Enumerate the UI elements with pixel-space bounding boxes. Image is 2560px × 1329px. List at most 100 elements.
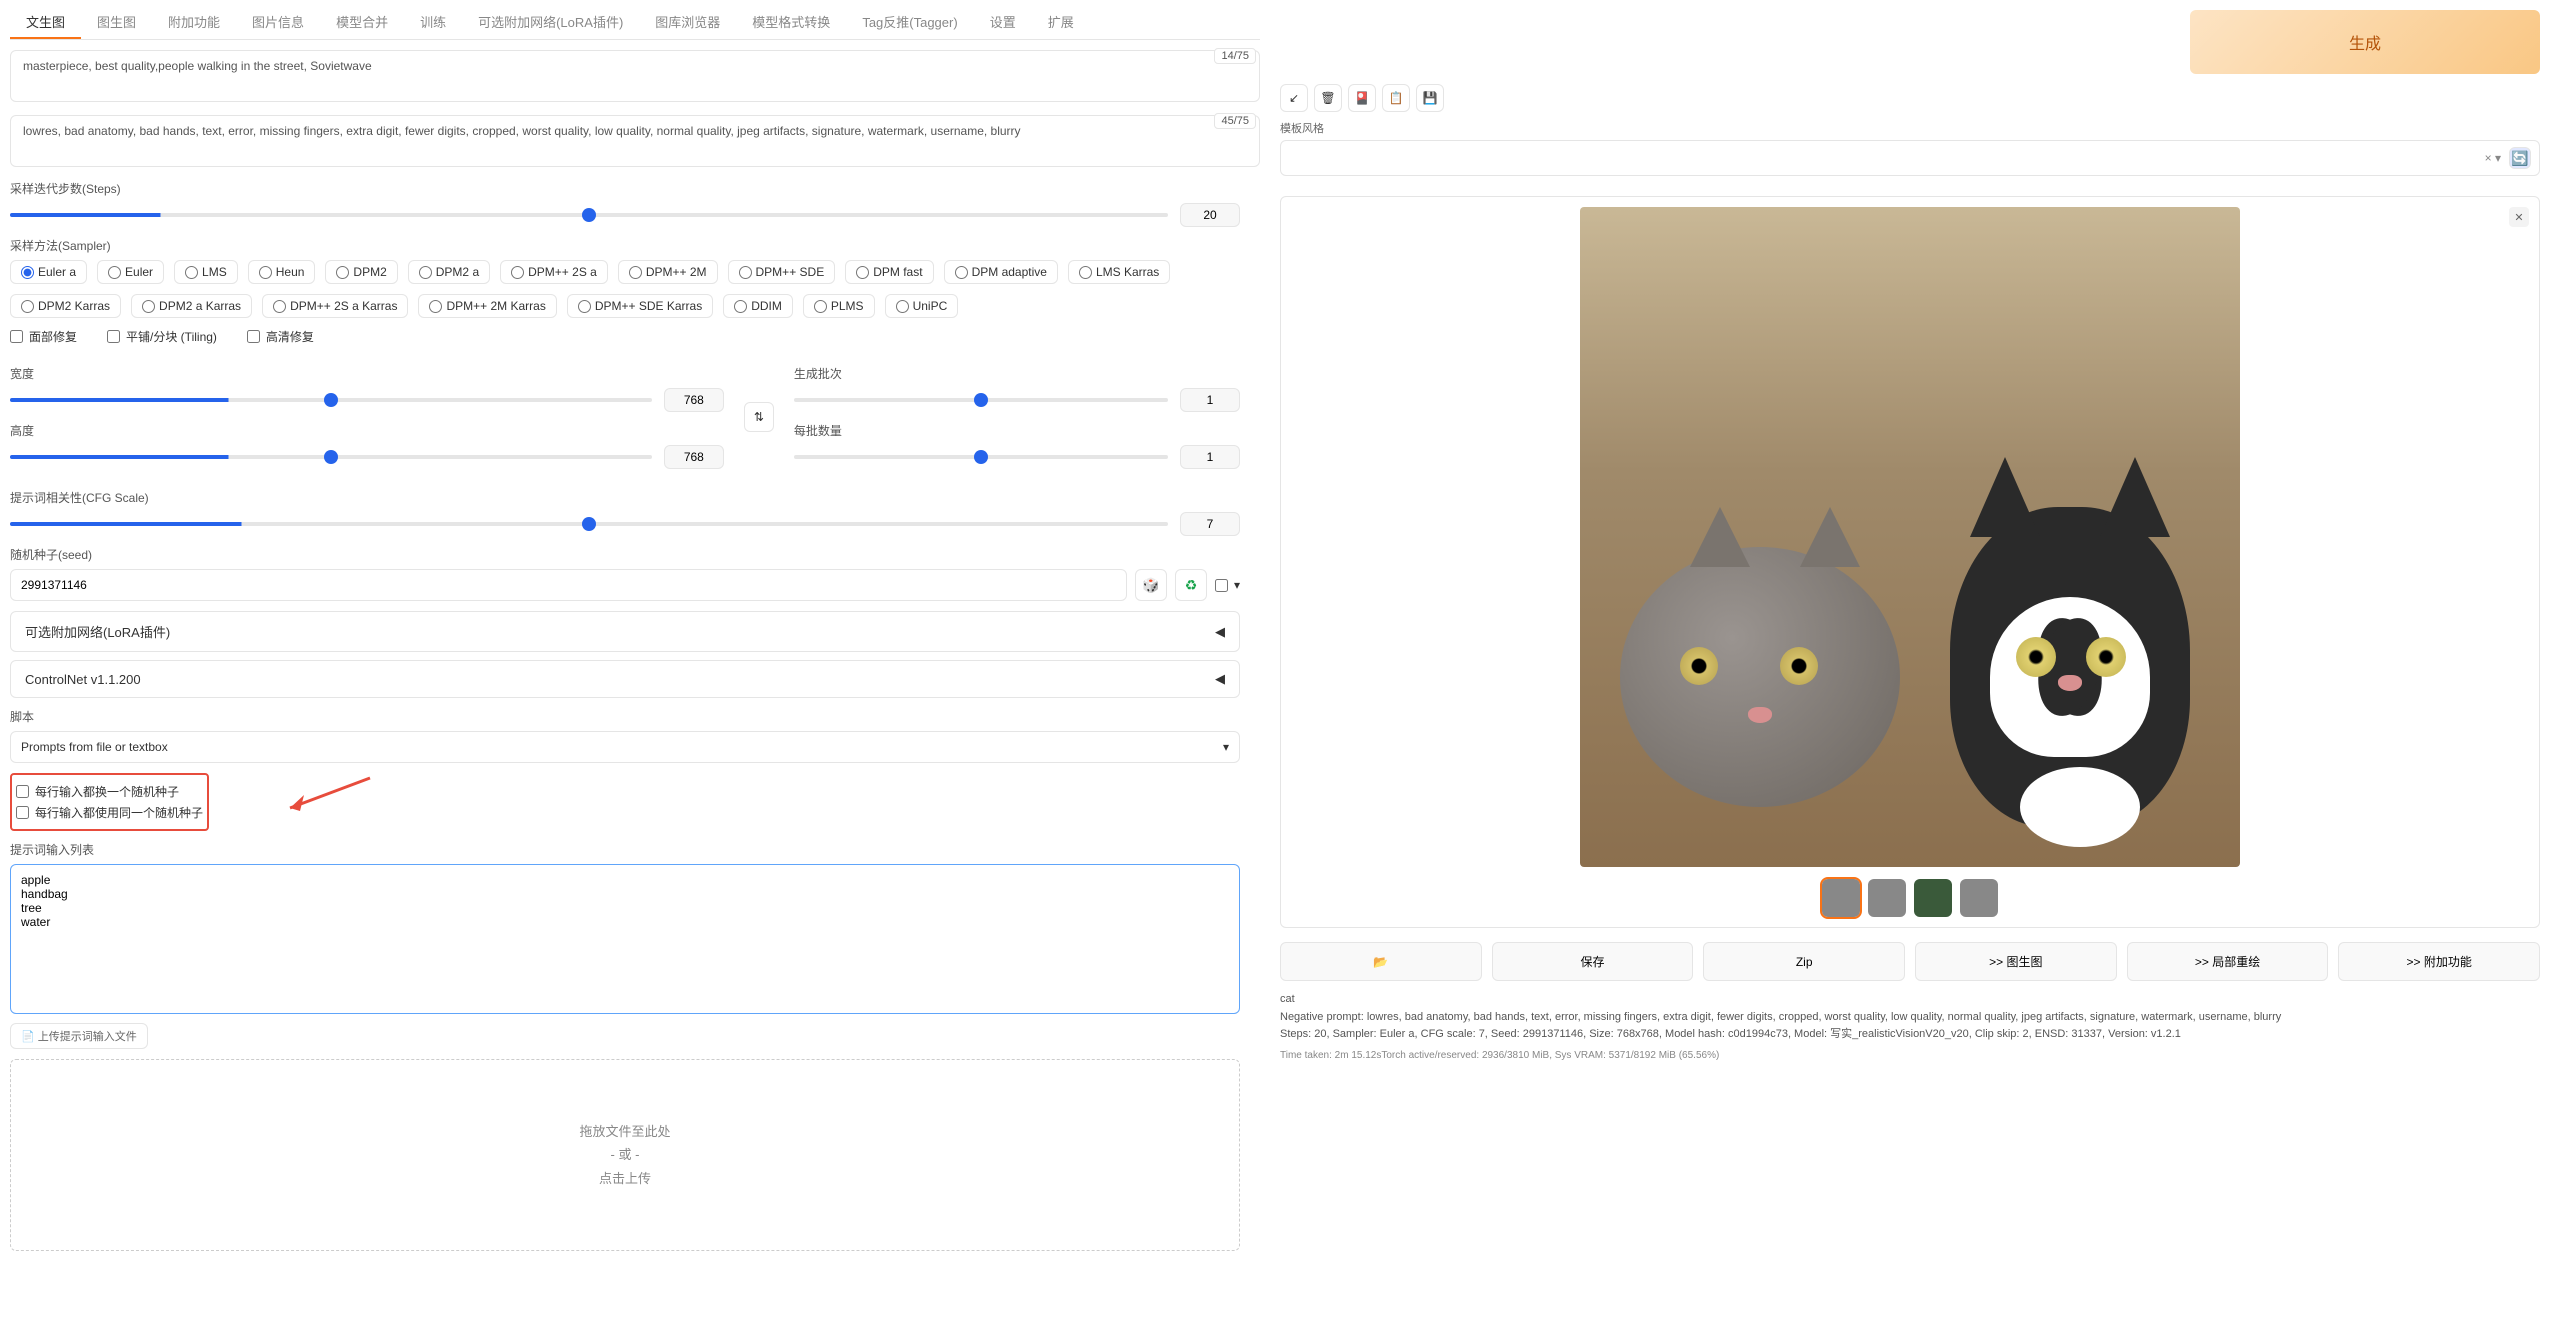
tab-txt2img[interactable]: 文生图 — [10, 6, 81, 39]
open-folder-button[interactable]: 📂 — [1280, 942, 1482, 981]
steps-slider[interactable] — [10, 213, 1168, 217]
steps-label: 采样迭代步数(Steps) — [10, 180, 1240, 197]
badge-icon[interactable]: 🎴 — [1348, 84, 1376, 112]
tab-tagger[interactable]: Tag反推(Tagger) — [846, 6, 973, 39]
batch-count-slider[interactable] — [794, 398, 1168, 402]
swap-dims-button[interactable]: ⇅ — [744, 402, 774, 432]
batch-size-slider[interactable] — [794, 455, 1168, 459]
recycle-icon[interactable]: ♻ — [1175, 569, 1207, 601]
sampler-option[interactable]: DPM adaptive — [944, 260, 1058, 284]
chevron-left-icon: ◀ — [1215, 624, 1225, 640]
iterate-seed-check[interactable]: 每行输入都换一个随机种子 — [16, 783, 203, 800]
send-inpaint-button[interactable]: >> 局部重绘 — [2127, 942, 2329, 981]
file-dropzone[interactable]: 拖放文件至此处 - 或 - 点击上传 — [10, 1059, 1240, 1251]
prompt-list-label: 提示词输入列表 — [10, 841, 1240, 858]
tab-extras[interactable]: 附加功能 — [152, 6, 236, 39]
dice-icon[interactable]: 🎲 — [1135, 569, 1167, 601]
zip-button[interactable]: Zip — [1703, 942, 1905, 981]
style-select[interactable]: × ▾ 🔄 — [1280, 140, 2540, 176]
cfg-value[interactable] — [1180, 512, 1240, 536]
highlighted-options: 每行输入都换一个随机种子 每行输入都使用同一个随机种子 — [10, 773, 209, 831]
seed-extra-toggle[interactable]: ▾ — [1215, 578, 1240, 592]
sampler-option[interactable]: DPM2 Karras — [10, 294, 121, 318]
tab-settings[interactable]: 设置 — [974, 6, 1032, 39]
sampler-option[interactable]: Euler — [97, 260, 164, 284]
arrow-icon[interactable]: ↙ — [1280, 84, 1308, 112]
main-tabs: 文生图 图生图 附加功能 图片信息 模型合并 训练 可选附加网络(LoRA插件)… — [10, 0, 1260, 40]
hires-check[interactable]: 高清修复 — [247, 328, 314, 345]
sampler-option[interactable]: LMS Karras — [1068, 260, 1170, 284]
annotation-arrow — [280, 773, 380, 823]
thumb-3[interactable] — [1914, 879, 1952, 917]
sampler-option[interactable]: DPM2 — [325, 260, 397, 284]
negative-prompt[interactable]: lowres, bad anatomy, bad hands, text, er… — [10, 115, 1260, 167]
controlnet-accordion[interactable]: ControlNet v1.1.200◀ — [10, 660, 1240, 698]
sampler-option[interactable]: Euler a — [10, 260, 87, 284]
width-label: 宽度 — [10, 365, 724, 382]
sampler-option[interactable]: DPM++ 2M Karras — [418, 294, 556, 318]
tab-train[interactable]: 训练 — [404, 6, 462, 39]
tab-browser[interactable]: 图库浏览器 — [639, 6, 736, 39]
sampler-option[interactable]: DPM++ SDE Karras — [567, 294, 713, 318]
output-image[interactable] — [1580, 207, 2240, 867]
close-icon[interactable]: ✕ — [2509, 207, 2529, 227]
sampler-option[interactable]: LMS — [174, 260, 238, 284]
sampler-option[interactable]: DPM++ SDE — [728, 260, 836, 284]
tab-extensions[interactable]: 扩展 — [1032, 6, 1090, 39]
cfg-label: 提示词相关性(CFG Scale) — [10, 489, 1240, 506]
trash-icon[interactable]: 🗑 — [1314, 84, 1342, 112]
upload-prompts-button[interactable]: 📄 上传提示词输入文件 — [10, 1023, 148, 1049]
tab-img2img[interactable]: 图生图 — [81, 6, 152, 39]
width-slider[interactable] — [10, 398, 652, 402]
height-label: 高度 — [10, 422, 724, 439]
send-img2img-button[interactable]: >> 图生图 — [1915, 942, 2117, 981]
sampler-option[interactable]: DDIM — [723, 294, 793, 318]
sampler-option[interactable]: DPM++ 2S a — [500, 260, 608, 284]
prompt-list-textarea[interactable]: apple handbag tree water — [10, 864, 1240, 1014]
send-extras-button[interactable]: >> 附加功能 — [2338, 942, 2540, 981]
clipboard-icon[interactable]: 📋 — [1382, 84, 1410, 112]
tiling-check[interactable]: 平铺/分块 (Tiling) — [107, 328, 217, 345]
height-slider[interactable] — [10, 455, 652, 459]
sampler-option[interactable]: DPM fast — [845, 260, 933, 284]
positive-prompt[interactable]: masterpiece, best quality,people walking… — [10, 50, 1260, 102]
tab-merge[interactable]: 模型合并 — [320, 6, 404, 39]
tab-pnginfo[interactable]: 图片信息 — [236, 6, 320, 39]
batch-size-label: 每批数量 — [794, 422, 1240, 439]
style-label: 模板风格 — [1280, 120, 2540, 136]
clear-icon[interactable]: × ▾ — [2485, 151, 2501, 165]
save-icon[interactable]: 💾 — [1416, 84, 1444, 112]
sampler-option[interactable]: Heun — [248, 260, 316, 284]
tab-lora[interactable]: 可选附加网络(LoRA插件) — [462, 6, 639, 39]
batch-count-label: 生成批次 — [794, 365, 1240, 382]
chevron-left-icon: ◀ — [1215, 671, 1225, 687]
height-value[interactable] — [664, 445, 724, 469]
tab-convert[interactable]: 模型格式转换 — [736, 6, 846, 39]
thumb-4[interactable] — [1960, 879, 1998, 917]
refresh-style-icon[interactable]: 🔄 — [2509, 147, 2531, 169]
width-value[interactable] — [664, 388, 724, 412]
script-select[interactable]: Prompts from file or textbox▾ — [10, 731, 1240, 763]
sampler-option[interactable]: DPM2 a — [408, 260, 490, 284]
thumb-2[interactable] — [1868, 879, 1906, 917]
thumb-1[interactable] — [1822, 879, 1860, 917]
sampler-label: 采样方法(Sampler) — [10, 237, 1240, 254]
face-restore-check[interactable]: 面部修复 — [10, 328, 77, 345]
sampler-option[interactable]: DPM2 a Karras — [131, 294, 252, 318]
cfg-slider[interactable] — [10, 522, 1168, 526]
seed-label: 随机种子(seed) — [10, 546, 1240, 563]
generation-info: cat Negative prompt: lowres, bad anatomy… — [1280, 991, 2540, 1064]
steps-value[interactable] — [1180, 203, 1240, 227]
extra-networks-accordion[interactable]: 可选附加网络(LoRA插件)◀ — [10, 611, 1240, 652]
sampler-option[interactable]: UniPC — [885, 294, 959, 318]
batch-size-value[interactable] — [1180, 445, 1240, 469]
seed-input[interactable] — [10, 569, 1127, 601]
sampler-option[interactable]: DPM++ 2M — [618, 260, 718, 284]
output-gallery: ✕ — [1280, 196, 2540, 928]
generate-button[interactable]: 生成 — [2190, 10, 2540, 74]
save-button[interactable]: 保存 — [1492, 942, 1694, 981]
sampler-option[interactable]: PLMS — [803, 294, 875, 318]
batch-count-value[interactable] — [1180, 388, 1240, 412]
sampler-option[interactable]: DPM++ 2S a Karras — [262, 294, 408, 318]
same-seed-check[interactable]: 每行输入都使用同一个随机种子 — [16, 804, 203, 821]
